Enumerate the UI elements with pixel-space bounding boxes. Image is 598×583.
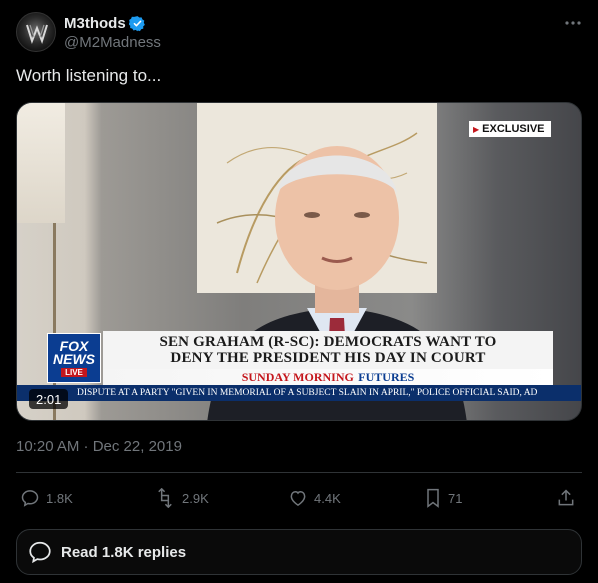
share-button[interactable] <box>556 486 576 510</box>
read-replies-label: Read 1.8K replies <box>61 543 187 561</box>
program-name: SUNDAY MORNING FUTURES <box>103 369 553 385</box>
repost-icon <box>158 488 172 508</box>
verified-icon <box>128 15 145 31</box>
display-name[interactable]: M3thods <box>64 15 126 32</box>
divider <box>16 472 582 473</box>
action-bar: 1.8K 2.9K 4.4K 71 <box>20 486 582 510</box>
video-player[interactable]: ▶ EXCLUSIVE FOX NEWS LIVE SEN GRAHAM (R-… <box>16 102 582 421</box>
read-replies-button[interactable]: Read 1.8K replies <box>16 529 582 575</box>
play-triangle-icon: ▶ <box>473 124 480 134</box>
bookmark-count: 71 <box>448 490 463 506</box>
news-chyron: FOX NEWS LIVE SEN GRAHAM (R-SC): DEMOCRA… <box>47 331 553 391</box>
reply-button[interactable]: 1.8K <box>20 486 73 510</box>
share-icon <box>558 489 574 506</box>
live-label: LIVE <box>61 367 87 377</box>
news-ticker: DISPUTE AT A PARTY "GIVEN IN MEMORIAL OF… <box>17 385 581 401</box>
headline-line-2: DENY THE PRESIDENT HIS DAY IN COURT <box>170 350 486 366</box>
avatar-logo-icon <box>26 24 48 45</box>
like-icon <box>290 490 306 506</box>
avatar[interactable] <box>16 12 56 52</box>
chyron-headline: SEN GRAHAM (R-SC): DEMOCRATS WANT TO DEN… <box>103 331 553 369</box>
lamp <box>17 103 65 223</box>
like-count: 4.4K <box>314 490 341 506</box>
logo-text-mid: NEWS <box>53 350 95 367</box>
reply-count: 1.8K <box>46 490 73 506</box>
like-button[interactable]: 4.4K <box>288 486 341 510</box>
video-duration: 2:01 <box>29 389 69 409</box>
reply-icon <box>21 490 39 507</box>
tweet-timestamp[interactable]: 10:20 AM · Dec 22, 2019 <box>16 438 182 455</box>
speech-bubble-icon <box>29 541 51 564</box>
exclusive-badge: ▶ EXCLUSIVE <box>469 121 551 137</box>
bookmark-icon <box>427 488 439 508</box>
program-name-part1: SUNDAY MORNING <box>241 369 354 384</box>
bookmark-button[interactable]: 71 <box>424 486 462 510</box>
exclusive-label: EXCLUSIVE <box>482 123 545 135</box>
tweet-header: M3thods @M2Madness <box>16 12 582 52</box>
handle[interactable]: @M2Madness <box>64 34 161 51</box>
tweet-text: Worth listening to... <box>16 66 162 85</box>
ticker-text: DISPUTE AT A PARTY "GIVEN IN MEMORIAL OF… <box>77 388 538 398</box>
repost-count: 2.9K <box>182 490 209 506</box>
headline-line-1: SEN GRAHAM (R-SC): DEMOCRATS WANT TO <box>159 334 497 350</box>
fox-news-logo: FOX NEWS LIVE <box>47 333 101 383</box>
repost-button[interactable]: 2.9K <box>154 486 209 510</box>
more-icon[interactable] <box>564 14 582 32</box>
program-name-part2: FUTURES <box>358 369 415 384</box>
